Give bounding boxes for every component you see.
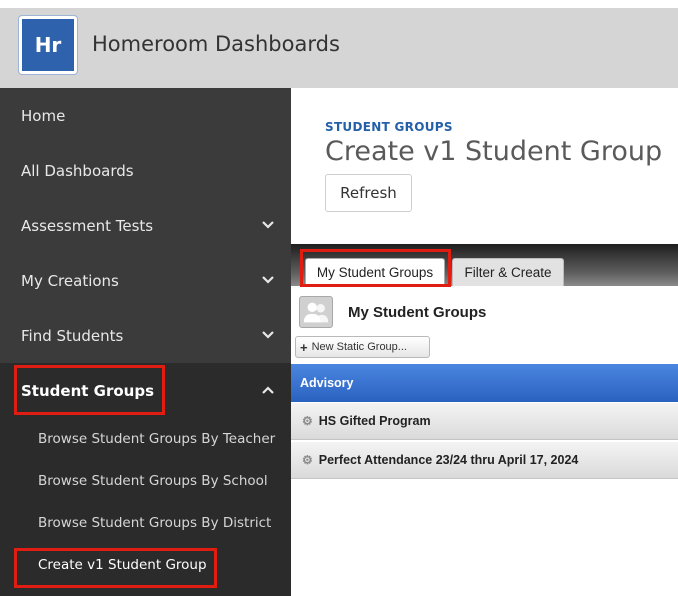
sidebar-subitem-label: Browse Student Groups By District [38, 515, 272, 531]
panel-title: My Student Groups [348, 303, 487, 321]
sidebar-item-all-dashboards[interactable]: All Dashboards [0, 143, 291, 198]
sidebar-item-label: Home [21, 106, 66, 125]
sidebar-subitem-create-v1-student-group[interactable]: Create v1 Student Group [0, 544, 291, 586]
sidebar-item-student-groups[interactable]: Student Groups [0, 363, 291, 418]
sidebar-subitem-label: Browse Student Groups By School [38, 473, 268, 489]
plus-icon: + [300, 339, 308, 355]
sidebar-subitem-browse-by-district[interactable]: Browse Student Groups By District [0, 502, 291, 544]
chevron-down-icon [262, 331, 274, 339]
sidebar-item-label: Student Groups [21, 381, 154, 400]
app-title: Homeroom Dashboards [92, 32, 340, 56]
sidebar-subitem-browse-by-teacher[interactable]: Browse Student Groups By Teacher [0, 418, 291, 460]
chevron-down-icon [262, 221, 274, 229]
refresh-button[interactable]: Refresh [325, 174, 412, 212]
new-static-group-button[interactable]: + New Static Group... [295, 336, 430, 358]
app-header: Hr Homeroom Dashboards [0, 0, 678, 88]
chevron-up-icon [262, 386, 274, 394]
group-row-advisory[interactable]: Advisory [291, 364, 678, 402]
main-content: STUDENT GROUPS Create v1 Student Group R… [291, 88, 678, 596]
tab-bar: My Student Groups Filter & Create [291, 244, 678, 286]
sidebar-item-label: Assessment Tests [21, 216, 154, 235]
section-eyebrow: STUDENT GROUPS [325, 120, 453, 134]
group-row-perfect-attendance[interactable]: ⚙ Perfect Attendance 23/24 thru April 17… [291, 441, 678, 479]
sidebar-subitem-label: Create v1 Student Group [38, 557, 207, 573]
app-logo[interactable]: Hr [19, 16, 77, 74]
sidebar-item-home[interactable]: Home [0, 88, 291, 143]
group-icon [299, 296, 333, 328]
gear-icon[interactable]: ⚙ [302, 414, 313, 428]
chevron-down-icon [262, 276, 274, 284]
tab-my-student-groups[interactable]: My Student Groups [305, 258, 445, 286]
sidebar-subitem-browse-by-school[interactable]: Browse Student Groups By School [0, 460, 291, 502]
gear-icon[interactable]: ⚙ [302, 453, 313, 467]
group-row-label: HS Gifted Program [318, 414, 431, 428]
sidebar-item-find-students[interactable]: Find Students [0, 308, 291, 363]
page-title: Create v1 Student Group [325, 136, 663, 167]
new-static-group-label: New Static Group... [311, 341, 407, 353]
panel-header: My Student Groups [299, 296, 486, 328]
group-row-label: Perfect Attendance 23/24 thru April 17, … [318, 453, 579, 467]
sidebar: Home All Dashboards Assessment Tests My … [0, 88, 291, 596]
sidebar-item-my-creations[interactable]: My Creations [0, 253, 291, 308]
group-row-label: Advisory [300, 376, 354, 390]
sidebar-item-assessment-tests[interactable]: Assessment Tests [0, 198, 291, 253]
group-row-hs-gifted[interactable]: ⚙ HS Gifted Program [291, 402, 678, 440]
sidebar-item-label: My Creations [21, 271, 119, 290]
sidebar-item-label: All Dashboards [21, 161, 134, 180]
sidebar-item-label: Find Students [21, 326, 124, 345]
sidebar-subitem-label: Browse Student Groups By Teacher [38, 431, 276, 447]
tab-filter-and-create[interactable]: Filter & Create [452, 258, 564, 286]
